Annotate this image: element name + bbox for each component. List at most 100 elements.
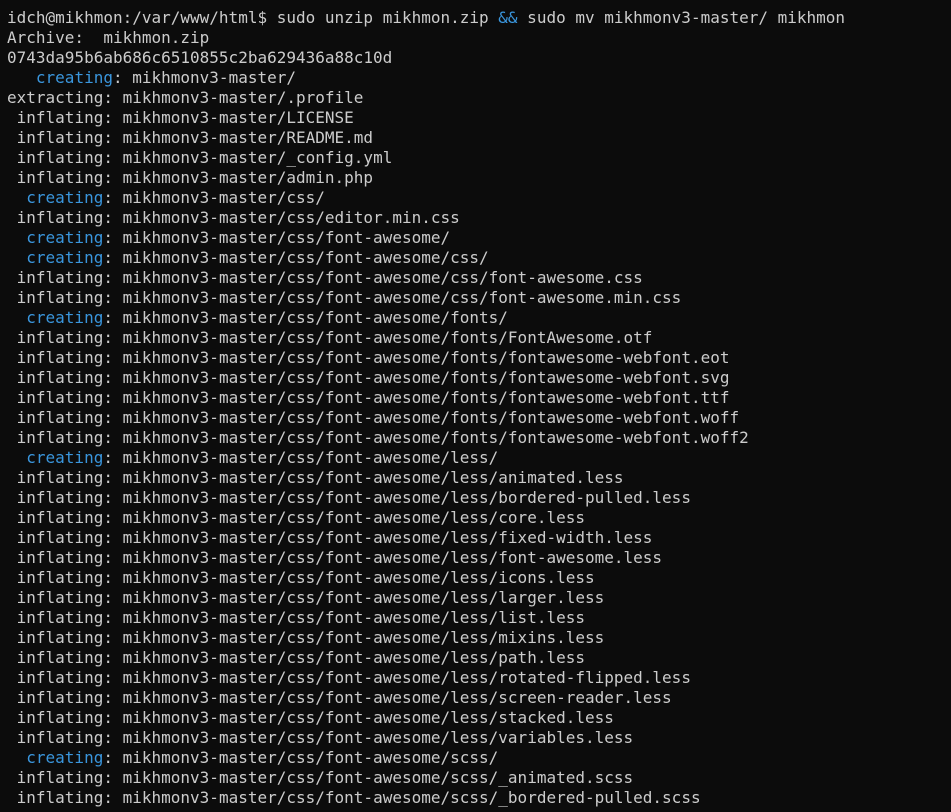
output-indent	[7, 428, 17, 447]
output-indent	[7, 508, 17, 527]
output-operation: inflating	[16, 468, 104, 487]
output-operation: inflating	[16, 688, 104, 707]
output-path: mikhmonv3-master/css/font-awesome/less/f…	[122, 528, 653, 547]
output-operation: inflating	[16, 668, 104, 687]
output-path: mikhmonv3-master/css/font-awesome/css/	[122, 248, 489, 267]
output-path: mikhmonv3-master/css/font-awesome/fonts/	[122, 308, 508, 327]
output-separator: :	[103, 408, 123, 427]
output-line: inflating: mikhmonv3-master/css/font-awe…	[7, 528, 951, 548]
output-line: inflating: mikhmonv3-master/css/font-awe…	[7, 788, 951, 808]
output-line: creating: mikhmonv3-master/css/font-awes…	[7, 748, 951, 768]
output-path: mikhmonv3-master/css/editor.min.css	[122, 208, 460, 227]
output-operation: creating	[26, 308, 104, 327]
output-indent	[7, 688, 17, 707]
output-line: inflating: mikhmonv3-master/css/font-awe…	[7, 268, 951, 288]
output-path: mikhmonv3-master/css/font-awesome/less/r…	[122, 668, 691, 687]
output-path: mikhmonv3-master/css/font-awesome/less/m…	[122, 628, 605, 647]
output-path: mikhmonv3-master/css/font-awesome/less/i…	[122, 568, 595, 587]
output-indent	[7, 348, 17, 367]
prompt-user-host-path: idch@mikhmon:/var/www/html$	[7, 8, 268, 27]
output-operation: creating	[26, 248, 104, 267]
output-path: mikhmonv3-master/css/font-awesome/less/b…	[122, 488, 691, 507]
output-separator: :	[103, 268, 123, 287]
output-line: inflating: mikhmonv3-master/css/font-awe…	[7, 348, 951, 368]
output-line: inflating: mikhmonv3-master/css/font-awe…	[7, 508, 951, 528]
output-line: inflating: mikhmonv3-master/css/font-awe…	[7, 688, 951, 708]
output-line: creating: mikhmonv3-master/css/font-awes…	[7, 248, 951, 268]
output-operation: inflating	[16, 388, 104, 407]
output-path: mikhmonv3-master/css/font-awesome/less/l…	[122, 588, 605, 607]
output-separator: :	[103, 668, 123, 687]
output-indent	[7, 368, 17, 387]
output-operation: inflating	[16, 488, 104, 507]
output-operation: inflating	[16, 648, 104, 667]
output-line: inflating: mikhmonv3-master/css/font-awe…	[7, 548, 951, 568]
output-operation: creating	[26, 448, 104, 467]
output-operation: creating	[35, 68, 113, 87]
output-operation: inflating	[16, 368, 104, 387]
archive-line: Archive: mikhmon.zip	[7, 28, 210, 47]
output-path: mikhmonv3-master/css/font-awesome/fonts/…	[122, 328, 653, 347]
output-path: mikhmonv3-master/css/font-awesome/scss/	[122, 748, 499, 767]
output-line: inflating: mikhmonv3-master/css/font-awe…	[7, 768, 951, 788]
output-path: mikhmonv3-master/css/font-awesome/fonts/…	[122, 348, 730, 367]
output-indent	[7, 608, 17, 627]
output-path: mikhmonv3-master/css/font-awesome/less/v…	[122, 728, 634, 747]
output-separator: :	[103, 428, 123, 447]
output-separator: :	[103, 568, 123, 587]
output-indent	[7, 708, 17, 727]
command-unzip: sudo unzip mikhmon.zip	[267, 8, 499, 27]
output-separator: :	[103, 648, 123, 667]
output-line: inflating: mikhmonv3-master/css/font-awe…	[7, 708, 951, 728]
output-path: mikhmonv3-master/css/font-awesome/css/fo…	[122, 288, 682, 307]
output-line: inflating: mikhmonv3-master/css/font-awe…	[7, 668, 951, 688]
command-mv: sudo mv mikhmonv3-master/ mikhmon	[517, 8, 846, 27]
output-separator: :	[103, 348, 123, 367]
output-line: inflating: mikhmonv3-master/css/font-awe…	[7, 648, 951, 668]
output-separator: :	[103, 688, 123, 707]
output-path: mikhmonv3-master/css/font-awesome/fonts/…	[122, 388, 730, 407]
output-line: inflating: mikhmonv3-master/css/font-awe…	[7, 488, 951, 508]
output-operation: inflating	[16, 588, 104, 607]
output-separator: :	[103, 748, 123, 767]
output-separator: :	[103, 168, 123, 187]
hash-line: 0743da95b6ab686c6510855c2ba629436a88c10d	[7, 48, 393, 67]
output-separator: :	[103, 308, 123, 327]
output-line: creating: mikhmonv3-master/css/font-awes…	[7, 448, 951, 468]
output-operation: inflating	[16, 608, 104, 627]
output-separator: :	[103, 488, 123, 507]
output-operation: inflating	[16, 168, 104, 187]
output-separator: :	[103, 628, 123, 647]
output-separator: :	[103, 608, 123, 627]
output-indent	[7, 388, 17, 407]
output-line: inflating: mikhmonv3-master/README.md	[7, 128, 951, 148]
output-indent	[7, 628, 17, 647]
output-operation: inflating	[16, 508, 104, 527]
output-operation: inflating	[16, 548, 104, 567]
output-separator: :	[103, 328, 123, 347]
output-path: mikhmonv3-master/_config.yml	[122, 148, 393, 167]
output-line: inflating: mikhmonv3-master/css/font-awe…	[7, 628, 951, 648]
output-path: mikhmonv3-master/css/font-awesome/less/p…	[122, 648, 585, 667]
output-line: inflating: mikhmonv3-master/css/font-awe…	[7, 288, 951, 308]
output-separator: :	[103, 88, 123, 107]
output-indent	[7, 448, 26, 467]
output-path: mikhmonv3-master/css/font-awesome/less/s…	[122, 688, 672, 707]
output-indent	[7, 768, 17, 787]
output-operation: inflating	[16, 328, 104, 347]
output-indent	[7, 268, 17, 287]
output-operation: inflating	[16, 728, 104, 747]
output-separator: :	[103, 448, 123, 467]
output-operation: inflating	[16, 708, 104, 727]
output-line: inflating: mikhmonv3-master/admin.php	[7, 168, 951, 188]
terminal-window[interactable]: idch@mikhmon:/var/www/html$ sudo unzip m…	[0, 0, 951, 812]
output-line: inflating: mikhmonv3-master/LICENSE	[7, 108, 951, 128]
output-indent	[7, 288, 17, 307]
output-indent	[7, 748, 26, 767]
output-path: mikhmonv3-master/css/font-awesome/	[122, 228, 451, 247]
output-operation: inflating	[16, 408, 104, 427]
output-line: creating: mikhmonv3-master/	[7, 68, 951, 88]
output-operation: inflating	[16, 628, 104, 647]
output-operation: inflating	[16, 148, 104, 167]
output-line: inflating: mikhmonv3-master/css/font-awe…	[7, 468, 951, 488]
